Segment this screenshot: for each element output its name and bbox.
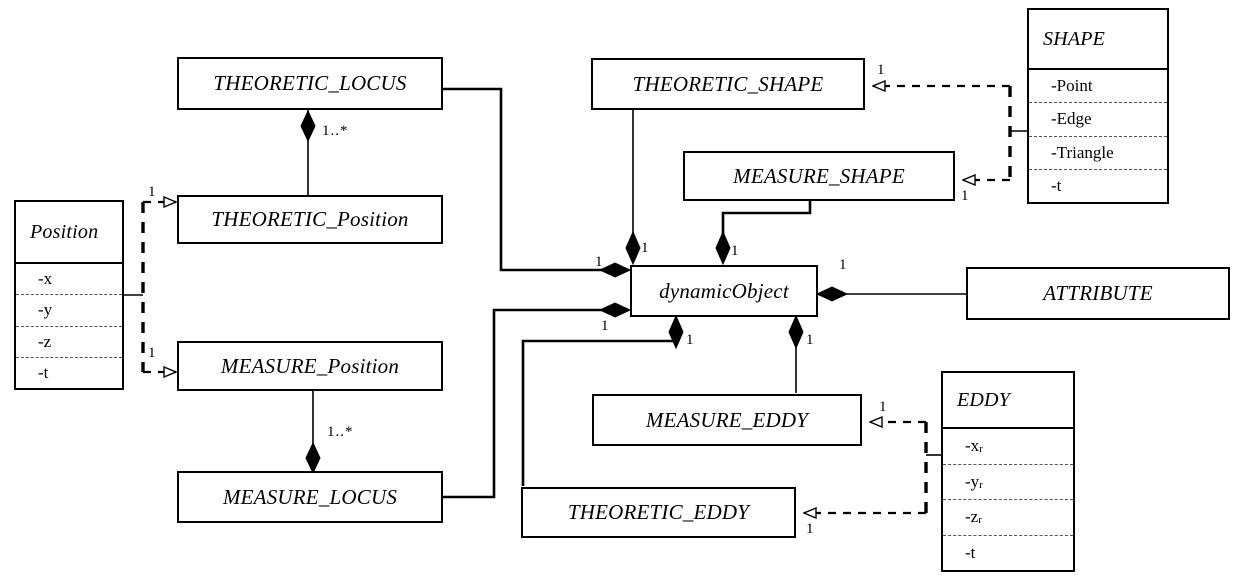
- class-eddy[interactable]: EDDY -x r -y r -z r -t: [941, 371, 1075, 572]
- multiplicity-dyn-top-left: 1: [641, 240, 650, 256]
- box-theoretic-position-label: THEORETIC_Position: [211, 207, 409, 231]
- attribute-name: -z: [965, 507, 979, 527]
- multiplicity-locus-position: 1..*: [322, 123, 349, 139]
- attribute-name: -x: [965, 436, 980, 456]
- multiplicity-dyn-bottom-left: 1: [686, 332, 695, 348]
- box-theoretic-shape[interactable]: THEORETIC_SHAPE: [591, 58, 865, 110]
- box-theoretic-eddy[interactable]: THEORETIC_EDDY: [521, 487, 796, 538]
- attribute-subscript: r: [979, 443, 983, 456]
- class-shape-attributes: -Point -Edge -Triangle -t: [1029, 70, 1167, 202]
- attribute-row: -x: [16, 264, 122, 296]
- attribute-row: -Edge: [1029, 103, 1167, 137]
- attribute-subscript: r: [979, 478, 983, 491]
- box-dynamic-object-label: dynamicObject: [659, 278, 789, 303]
- class-shape[interactable]: SHAPE -Point -Edge -Triangle -t: [1027, 8, 1169, 204]
- attribute-row: -z: [16, 327, 122, 358]
- multiplicity-position-measure: 1: [148, 345, 157, 361]
- box-measure-shape-label: MEASURE_SHAPE: [733, 163, 905, 188]
- attribute-row: -Point: [1029, 70, 1167, 104]
- class-position-attributes: -x -y -z -t: [16, 264, 122, 388]
- class-position-title: Position: [30, 220, 99, 243]
- box-theoretic-locus[interactable]: THEORETIC_LOCUS: [177, 57, 443, 110]
- attribute-row: -t: [38, 362, 49, 382]
- multiplicity-dyn-left-lower: 1: [601, 318, 610, 334]
- uml-diagram-canvas: Position -x -y -z -t SHAPE -Point -Edge …: [0, 0, 1239, 580]
- attribute-row: -Triangle: [1029, 137, 1167, 170]
- attribute-row: -z r: [943, 500, 1073, 536]
- edge-dynamicobject-measure-eddy: [788, 314, 804, 393]
- multiplicity-dyn-top-right: 1: [731, 243, 740, 259]
- multiplicity-dyn-bottom-right: 1: [806, 332, 815, 348]
- box-attribute-label: ATTRIBUTE: [1043, 281, 1153, 305]
- box-dynamic-object[interactable]: dynamicObject: [630, 265, 818, 317]
- box-measure-locus-label: MEASURE_LOCUS: [222, 484, 398, 509]
- box-attribute[interactable]: ATTRIBUTE: [966, 267, 1230, 320]
- attribute-row: -x r: [943, 429, 1073, 465]
- attribute-row: -y r: [943, 465, 1073, 500]
- box-theoretic-shape-label: THEORETIC_SHAPE: [632, 71, 824, 96]
- attribute-row: -t: [943, 536, 1073, 571]
- multiplicity-position-theoretic: 1: [148, 184, 157, 200]
- box-measure-eddy-label: MEASURE_EDDY: [645, 407, 809, 432]
- class-shape-header: SHAPE: [1029, 10, 1167, 70]
- box-theoretic-position[interactable]: THEORETIC_Position: [177, 195, 443, 244]
- multiplicity-shape-theoretic-shape: 1: [877, 62, 886, 78]
- class-eddy-title: EDDY: [957, 388, 1011, 411]
- box-measure-position-label: MEASURE_Position: [220, 353, 400, 378]
- multiplicity-dyn-left-upper: 1: [595, 254, 604, 270]
- multiplicity-eddy-theoretic-eddy: 1: [806, 521, 815, 537]
- class-shape-title: SHAPE: [1043, 27, 1106, 50]
- class-position[interactable]: Position -x -y -z -t: [14, 200, 124, 390]
- multiplicity-dyn-right: 1: [839, 257, 848, 273]
- multiplicity-shape-measure-shape: 1: [961, 188, 970, 204]
- box-theoretic-locus-label: THEORETIC_LOCUS: [213, 71, 407, 95]
- attribute-subscript: r: [978, 514, 982, 527]
- class-position-header: Position: [16, 202, 122, 264]
- box-measure-eddy[interactable]: MEASURE_EDDY: [592, 394, 862, 446]
- class-eddy-header: EDDY: [943, 373, 1073, 429]
- attribute-row: -y: [16, 295, 122, 327]
- class-eddy-attributes: -x r -y r -z r -t: [943, 429, 1073, 570]
- multiplicity-measure-locus-position: 1..*: [327, 424, 354, 440]
- edge-theoretic-locus-position: [300, 109, 316, 196]
- attribute-row: -t: [1051, 175, 1062, 195]
- multiplicity-eddy-measure-eddy: 1: [879, 399, 888, 415]
- box-measure-position[interactable]: MEASURE_Position: [177, 341, 443, 391]
- edge-dynamicobject-attribute: [815, 286, 966, 302]
- edge-theoretic-shape-dynamicobject: [625, 110, 641, 266]
- box-theoretic-eddy-label: THEORETIC_EDDY: [567, 500, 750, 524]
- edge-measure-position-locus: [305, 390, 321, 475]
- box-measure-locus[interactable]: MEASURE_LOCUS: [177, 471, 443, 523]
- box-measure-shape[interactable]: MEASURE_SHAPE: [683, 151, 955, 201]
- attribute-name: -t: [965, 542, 976, 562]
- attribute-name: -y: [965, 471, 980, 491]
- edge-theoretic-locus-dynamicobject: [443, 87, 632, 278]
